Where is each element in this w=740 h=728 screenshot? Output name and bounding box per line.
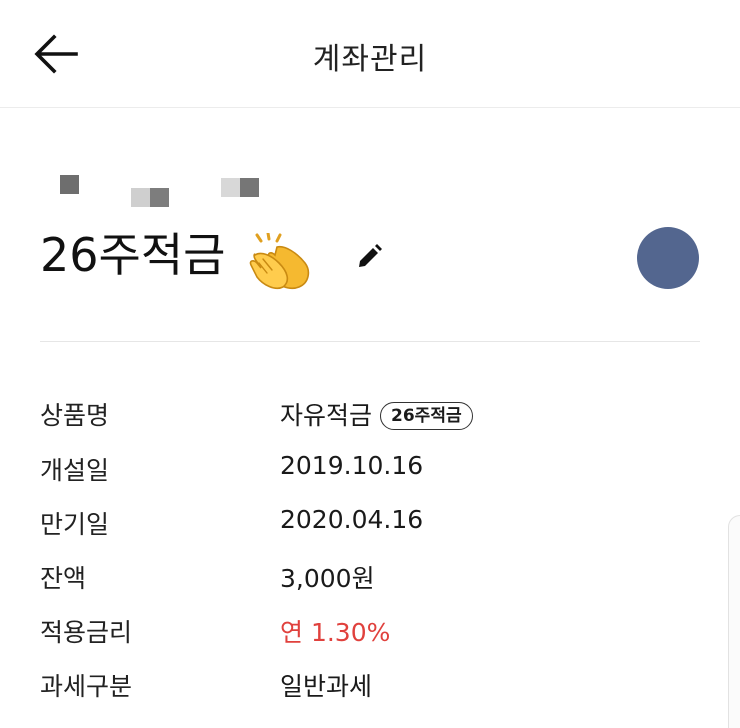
detail-value: 2020.04.16 <box>280 505 424 534</box>
detail-value: 3,000원 <box>280 564 375 593</box>
detail-label: 과세구분 <box>40 672 133 701</box>
detail-row-maturity-date: 만기일 2020.04.16 <box>40 505 700 545</box>
scrollbar[interactable] <box>728 515 740 728</box>
product-name: 자유적금 <box>280 401 373 430</box>
detail-value: 자유적금 26주적금 <box>280 396 473 432</box>
app-header: 계좌관리 <box>0 0 740 108</box>
account-management-screen: 계좌관리 26주적금 상품명 자유적금 26주적금 개설일 2019.10.16… <box>0 0 740 728</box>
clapping-hands-icon <box>247 231 313 291</box>
detail-row-product: 상품명 자유적금 26주적금 <box>40 396 700 436</box>
account-name: 26주적금 <box>40 228 226 282</box>
detail-label: 잔액 <box>40 564 87 593</box>
section-divider <box>40 341 700 342</box>
pencil-icon <box>359 244 382 267</box>
detail-row-balance: 잔액 3,000원 <box>40 559 700 599</box>
detail-value: 일반과세 <box>280 672 373 701</box>
account-card <box>0 108 740 343</box>
avatar[interactable] <box>637 227 699 289</box>
detail-label: 상품명 <box>40 401 110 430</box>
detail-row-tax-type: 과세구분 일반과세 <box>40 667 700 707</box>
detail-label: 만기일 <box>40 510 110 539</box>
edit-name-button[interactable] <box>355 243 383 271</box>
detail-value: 연 1.30% <box>280 618 391 647</box>
detail-row-interest-rate: 적용금리 연 1.30% <box>40 613 700 653</box>
detail-label: 적용금리 <box>40 618 133 647</box>
detail-value: 2019.10.16 <box>280 451 424 480</box>
page-title: 계좌관리 <box>312 42 428 77</box>
detail-row-open-date: 개설일 2019.10.16 <box>40 451 700 491</box>
product-badge: 26주적금 <box>380 402 473 430</box>
detail-label: 개설일 <box>40 456 110 485</box>
